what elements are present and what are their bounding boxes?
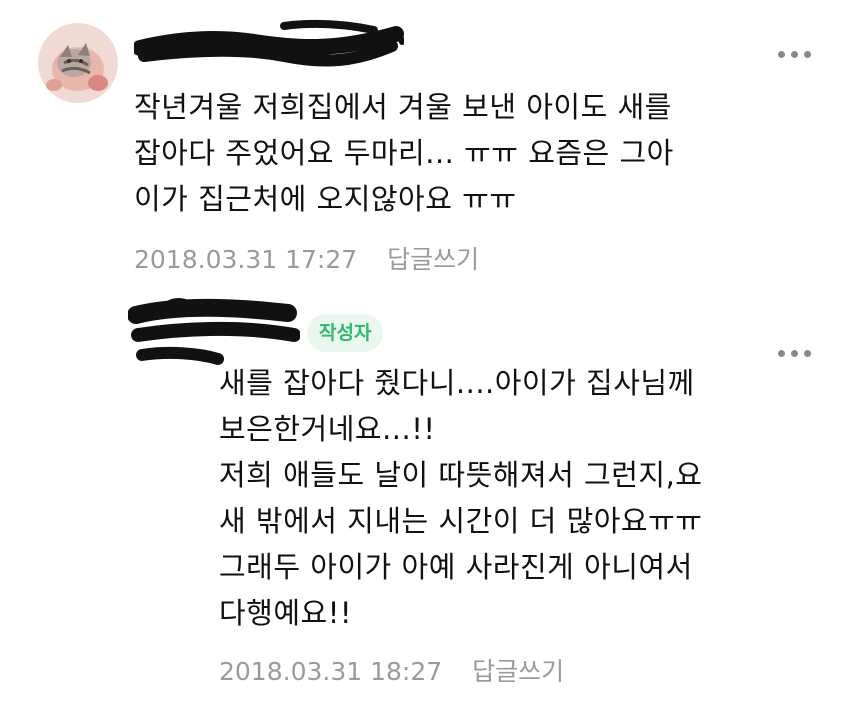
reply-timestamp: 2018.03.31 18:27 <box>219 657 443 686</box>
more-options-icon[interactable] <box>778 347 818 359</box>
reply-meta: 2018.03.31 18:27 답글쓰기 <box>219 652 564 688</box>
author-badge: 작성자 <box>307 314 384 352</box>
reply-text: 새를 잡아다 줬다니....아이가 집사님께 보은한거네요...!! 저희 애들… <box>219 366 703 630</box>
reply-button[interactable]: 답글쓰기 <box>472 657 564 686</box>
comment-2-reply: 작성자 새를 잡아다 줬다니....아이가 집사님께 보은한거네요...!! 저… <box>0 0 850 708</box>
